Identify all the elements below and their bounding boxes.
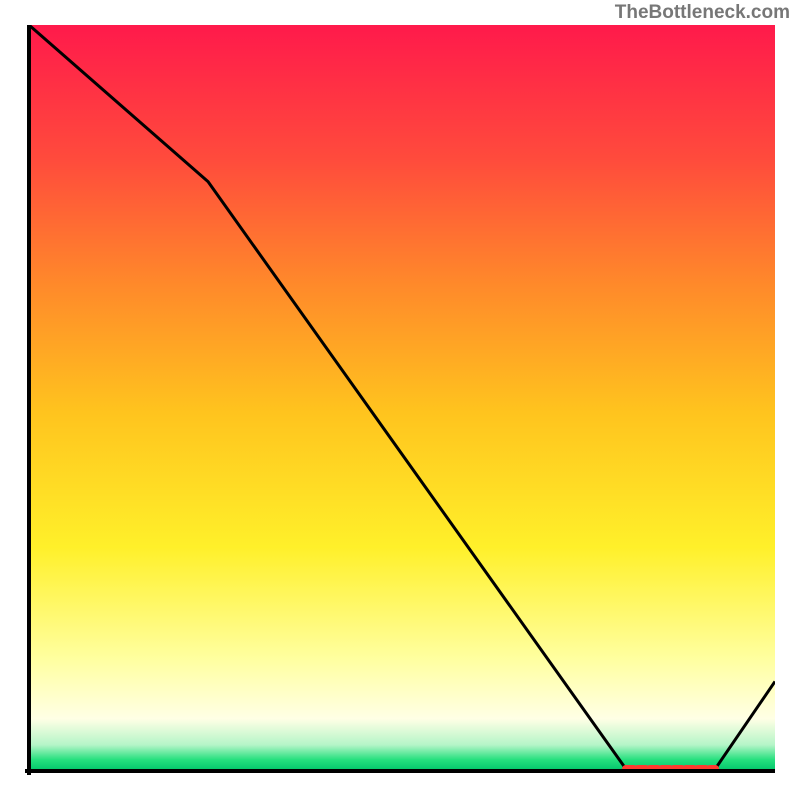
plot-area xyxy=(25,25,775,775)
chart-stage: TheBottleneck.com xyxy=(0,0,800,800)
plot-svg xyxy=(25,25,775,775)
gradient-background xyxy=(29,25,775,771)
attribution-text: TheBottleneck.com xyxy=(615,0,790,25)
